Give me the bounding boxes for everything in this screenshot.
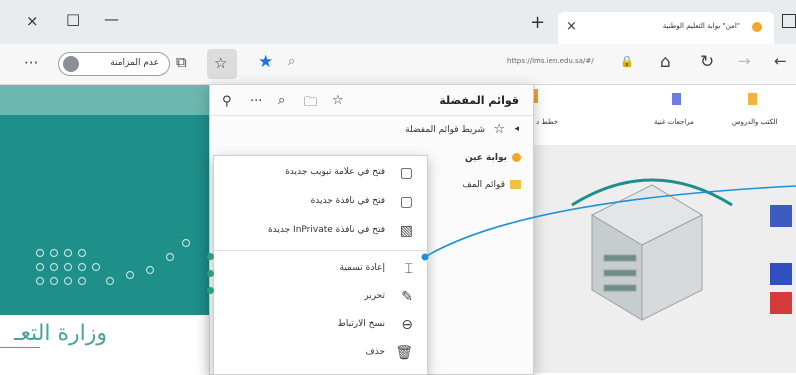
tab-favicon-icon xyxy=(752,22,762,32)
menu-label: إعادة تسمية xyxy=(339,263,385,273)
inprivate-window-icon: ▧ xyxy=(399,223,413,239)
favorite-item-label: بوابة عين xyxy=(465,153,507,163)
site-favicon-icon xyxy=(512,153,521,162)
tab-title: "امن" بوابة التعليم الوطنية xyxy=(662,22,740,30)
menu-edit[interactable]: ✎ تحرير xyxy=(214,284,427,312)
more-options-icon[interactable]: ··· xyxy=(24,56,38,71)
menu-open-new-tab[interactable]: ▢ فتح في علامة تبويب جديدة xyxy=(214,160,427,188)
new-tab-icon: ▢ xyxy=(399,165,413,181)
menu-copy-link[interactable]: ⊖ نسخ الارتباط xyxy=(214,312,427,340)
favorites-button-active[interactable]: ☆ xyxy=(207,49,237,79)
hero-illustration xyxy=(532,145,796,373)
favorites-title: قوائم المفضلة xyxy=(439,94,519,107)
title-bar: × □ — + × "امن" بوابة التعليم الوطنية xyxy=(0,0,796,44)
refresh-icon[interactable]: ↻ xyxy=(700,54,714,71)
new-window-icon: ▢ xyxy=(399,194,413,210)
avatar xyxy=(63,56,79,72)
favorites-bar-label: شريط قوائم المفضلة xyxy=(405,125,485,135)
copy-link-icon: ⊖ xyxy=(401,317,413,333)
nav-icon-books xyxy=(748,93,757,105)
star-filled-icon[interactable]: ★ xyxy=(258,54,273,71)
home-icon[interactable]: ⌂ xyxy=(660,54,671,71)
delete-trash-icon: 🗑 xyxy=(395,345,413,361)
tab-close-button[interactable]: × xyxy=(566,19,577,34)
rename-icon: ⌶ xyxy=(404,261,413,277)
edit-pencil-icon: ✎ xyxy=(401,289,413,305)
menu-label: فتح في نافذة جديدة xyxy=(310,196,385,206)
menu-delete[interactable]: 🗑 حذف xyxy=(214,340,427,368)
profile-label: عدم المزامنة xyxy=(110,58,159,68)
nav-plans[interactable]: خطط د xyxy=(536,118,558,126)
site-nav: الكتب والدروس مراجعات غنية خطط د xyxy=(532,85,796,146)
menu-label: فتح في نافذة InPrivate جديدة xyxy=(267,225,385,235)
nav-icon-reviews xyxy=(672,93,681,105)
menu-label: تحرير xyxy=(364,291,385,301)
add-favorite-icon[interactable]: ☆ xyxy=(332,93,344,108)
minimize-window-button[interactable]: — xyxy=(104,10,119,28)
zoom-icon[interactable]: ⌕ xyxy=(288,55,295,68)
address-url[interactable]: https://lms.ien.edu.sa/#/ xyxy=(507,57,594,65)
close-window-button[interactable]: × xyxy=(26,12,39,30)
marker-dot xyxy=(207,270,214,277)
add-folder-icon[interactable]: 🗀 xyxy=(304,93,317,115)
favorites-list-icon: ☆ xyxy=(214,54,228,72)
browser-tab[interactable]: × "امن" بوابة التعليم الوطنية xyxy=(558,12,774,44)
back-icon[interactable]: ← xyxy=(774,54,787,69)
search-favorites-icon[interactable]: ⌕ xyxy=(278,93,285,108)
favorites-bar-folder[interactable]: ◂ ☆ شريط قوائم المفضلة xyxy=(210,120,533,142)
profile-button[interactable]: عدم المزامنة xyxy=(58,52,170,76)
more-icon[interactable]: ··· xyxy=(250,94,262,109)
marker-dot xyxy=(207,253,214,260)
maximize-window-button[interactable]: □ xyxy=(66,10,80,28)
menu-separator xyxy=(214,250,427,251)
menu-open-inprivate[interactable]: ▧ فتح في نافذة InPrivate جديدة xyxy=(214,218,427,246)
nav-books[interactable]: الكتب والدروس xyxy=(732,118,778,126)
pin-icon[interactable]: ⚲ xyxy=(222,94,232,109)
marker-dot xyxy=(207,287,214,294)
teal-banner xyxy=(0,85,215,315)
tab-actions-icon[interactable] xyxy=(782,14,796,28)
menu-rename[interactable]: ⌶ إعادة تسمية xyxy=(214,256,427,284)
forward-icon[interactable]: → xyxy=(738,54,751,69)
favorite-folder-label: قوائم المف xyxy=(462,180,505,190)
lock-icon[interactable]: 🔒 xyxy=(620,56,634,67)
star-outline-icon: ☆ xyxy=(493,122,505,137)
menu-label: نسخ الارتباط xyxy=(337,319,385,329)
menu-label: حذف xyxy=(365,347,385,357)
ministry-logo-text: وزارة التعـ xyxy=(14,321,108,346)
toolbar: ··· عدم المزامنة ⧉ ☆ ★ ⌕ https://lms.ien… xyxy=(0,44,796,85)
collections-icon[interactable]: ⧉ xyxy=(176,55,187,70)
nav-reviews[interactable]: مراجعات غنية xyxy=(654,118,694,126)
expand-arrow-icon: ◂ xyxy=(514,124,519,134)
context-menu: ▢ فتح في علامة تبويب جديدة ▢ فتح في نافذ… xyxy=(213,155,428,375)
folder-icon xyxy=(510,180,521,189)
new-tab-button[interactable]: + xyxy=(530,12,545,33)
menu-label: فتح في علامة تبويب جديدة xyxy=(285,167,385,177)
menu-open-new-window[interactable]: ▢ فتح في نافذة جديدة xyxy=(214,189,427,217)
